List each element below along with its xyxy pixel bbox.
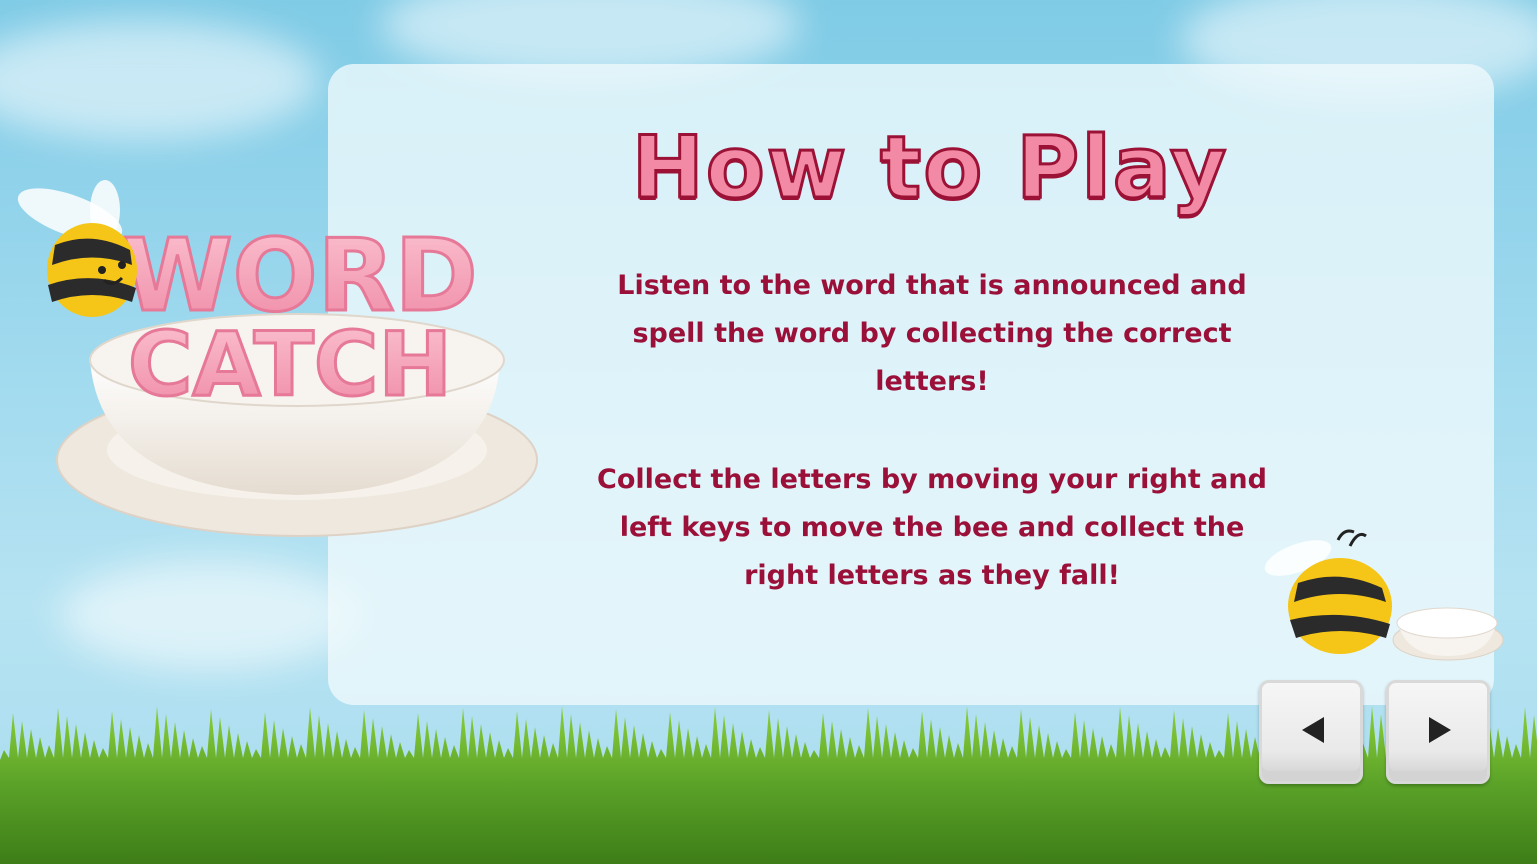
instruction-line: spell the word by collecting the correct <box>632 318 1232 349</box>
instruction-line: letters! <box>875 366 989 397</box>
bee-icon <box>17 180 137 317</box>
instruction-line: Collect the letters by moving your right… <box>597 464 1267 495</box>
next-button[interactable] <box>1386 680 1490 784</box>
instruction-paragraph-2: Collect the letters by moving your right… <box>580 456 1284 600</box>
cloud <box>60 560 360 670</box>
instruction-line: Listen to the word that is announced and <box>617 270 1247 301</box>
word-catch-logo: WORD CATCH <box>17 180 538 537</box>
instruction-line: right letters as they fall! <box>744 560 1120 591</box>
triangle-right-icon <box>1429 717 1451 743</box>
logo-catch: CATCH <box>128 313 452 416</box>
bee-with-bowl-icon <box>1264 529 1504 661</box>
triangle-left-icon <box>1302 717 1324 743</box>
page-title: How to Play <box>630 117 1229 220</box>
cloud <box>0 20 320 140</box>
previous-button[interactable] <box>1259 680 1363 784</box>
how-to-play-screen: { "logo": { "line1": "WORD", "line2": "C… <box>0 0 1537 864</box>
instruction-paragraph-1: Listen to the word that is announced and… <box>580 262 1284 406</box>
instruction-line: left keys to move the bee and collect th… <box>619 512 1245 543</box>
